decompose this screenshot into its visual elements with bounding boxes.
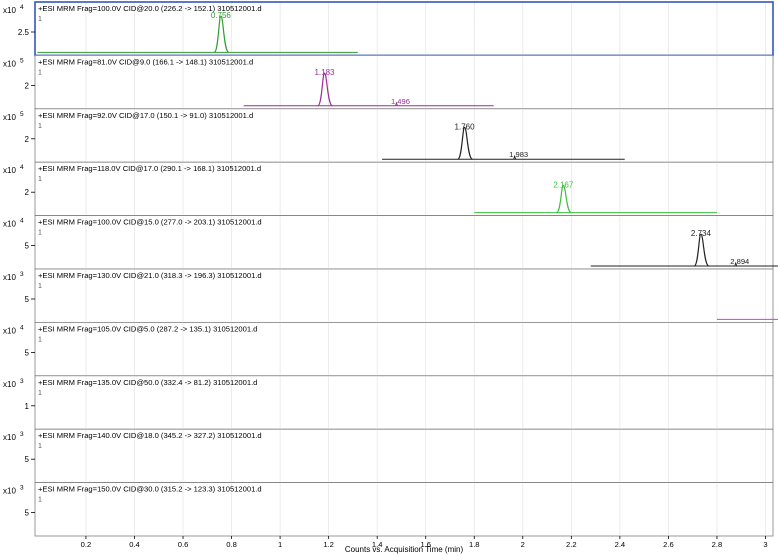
panel-corner-marker: 1	[38, 390, 42, 397]
mrm-chromatogram-stack: x10 42.5+ESI MRM Frag=100.0V CID@20.0 (22…	[3, 1, 778, 554]
y-tick-label: 2	[25, 135, 30, 144]
panel-corner-marker: 1	[38, 16, 42, 23]
scale-exponent-label: 3	[20, 378, 24, 385]
panel-corner-marker: 1	[38, 336, 42, 343]
panel-title: +ESI MRM Frag=81.0V CID@9.0 (166.1 -> 14…	[38, 57, 253, 66]
y-tick-label: 2.5	[18, 28, 30, 37]
scale-factor-label: x10	[3, 380, 16, 389]
scale-exponent-label: 3	[20, 485, 24, 492]
x-tick-label: 3	[763, 540, 767, 549]
scale-exponent-label: 4	[20, 164, 24, 171]
x-tick-label: 0.4	[129, 540, 140, 549]
peak-label: 1.183	[314, 68, 335, 77]
scale-exponent-label: 4	[20, 4, 24, 11]
panel-corner-marker: 1	[38, 69, 42, 76]
x-tick-label: 2.4	[615, 540, 626, 549]
x-tick-label: 0.2	[81, 540, 92, 549]
scale-factor-label: x10	[3, 166, 16, 175]
y-tick-label: 5	[25, 509, 30, 518]
panel-corner-marker: 1	[38, 283, 42, 290]
x-tick-label: 1	[278, 540, 282, 549]
scale-factor-label: x10	[3, 6, 16, 15]
panel-title: +ESI MRM Frag=140.0V CID@18.0 (345.2 -> …	[38, 431, 262, 440]
minor-peak-label: 1.983	[509, 150, 528, 159]
panel-corner-marker: 1	[38, 497, 42, 504]
scale-exponent-label: 3	[20, 431, 24, 438]
panel-title: +ESI MRM Frag=105.0V CID@5.0 (287.2 -> 1…	[38, 324, 257, 333]
x-tick-label: 1.2	[323, 540, 334, 549]
x-tick-label: 2.8	[712, 540, 723, 549]
scale-factor-label: x10	[3, 220, 16, 229]
panel-title: +ESI MRM Frag=100.0V CID@15.0 (277.0 -> …	[38, 218, 262, 227]
scale-exponent-label: 5	[20, 57, 24, 64]
x-tick-label: 2.6	[663, 540, 674, 549]
y-tick-label: 5	[25, 348, 30, 357]
y-tick-label: 2	[25, 81, 30, 90]
scale-factor-label: x10	[3, 326, 16, 335]
peak-label: 2.167	[553, 180, 574, 189]
minor-peak-label: 2.894	[730, 257, 749, 266]
scale-exponent-label: 3	[20, 271, 24, 278]
peak-label: 1.760	[455, 122, 476, 131]
y-tick-label: 1	[25, 402, 30, 411]
x-tick-label: 2.2	[566, 540, 577, 549]
y-tick-label: 2	[25, 188, 30, 197]
peak-label: 0.756	[211, 11, 232, 20]
peak-label: 2.734	[691, 229, 712, 238]
y-tick-label: 5	[25, 455, 30, 464]
minor-peak-label: 1.496	[391, 97, 410, 106]
scale-exponent-label: 4	[20, 324, 24, 331]
scale-factor-label: x10	[3, 273, 16, 282]
panel-title: +ESI MRM Frag=130.0V CID@21.0 (318.3 -> …	[38, 271, 262, 280]
x-tick-label: 1.8	[469, 540, 480, 549]
panel-corner-marker: 1	[38, 230, 42, 237]
panel-corner-marker: 1	[38, 443, 42, 450]
x-tick-label: 0.8	[226, 540, 237, 549]
panel-title: +ESI MRM Frag=118.0V CID@17.0 (290.1 -> …	[38, 164, 261, 173]
scale-factor-label: x10	[3, 113, 16, 122]
scale-exponent-label: 5	[20, 111, 24, 118]
panel-title: +ESI MRM Frag=92.0V CID@17.0 (150.1 -> 9…	[38, 111, 253, 120]
x-axis-title: Counts vs. Acquisition Time (min)	[345, 545, 464, 554]
y-tick-label: 5	[25, 295, 30, 304]
panel-title: +ESI MRM Frag=135.0V CID@50.0 (332.4 -> …	[38, 378, 257, 387]
panel-title: +ESI MRM Frag=150.0V CID@30.0 (315.2 -> …	[38, 485, 262, 494]
scale-factor-label: x10	[3, 487, 16, 496]
x-tick-label: 0.6	[178, 540, 189, 549]
panel-corner-marker: 1	[38, 176, 42, 183]
scale-factor-label: x10	[3, 433, 16, 442]
y-tick-label: 5	[25, 242, 30, 251]
scale-exponent-label: 4	[20, 218, 24, 225]
panel-corner-marker: 1	[38, 123, 42, 130]
x-tick-label: 2	[521, 540, 525, 549]
scale-factor-label: x10	[3, 59, 16, 68]
